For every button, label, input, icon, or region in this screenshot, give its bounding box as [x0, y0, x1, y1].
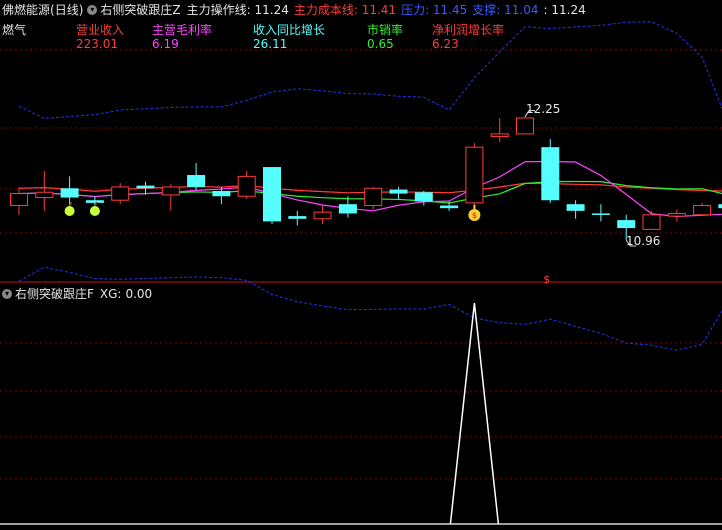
apple-icon	[89, 206, 100, 216]
candle-body-down	[85, 200, 104, 203]
metric-label: 主营毛利率	[152, 23, 213, 37]
header-item-value: 11.45	[429, 3, 468, 17]
metric-value: 0.65	[367, 37, 394, 51]
low-price-label: 10.96	[626, 234, 661, 248]
lower-panel-header: ▾ 右侧突破跟庄F XG: 0.00	[2, 287, 152, 301]
candle-body-up	[313, 211, 332, 220]
money-bag-icon-symbol: $	[472, 211, 477, 220]
lower-band-line	[18, 266, 722, 351]
period-label: (日线)	[50, 3, 84, 17]
metric-value: 6.23	[432, 37, 459, 51]
candle-body-down	[60, 188, 79, 198]
candle-body-up	[111, 186, 130, 201]
candle-body-up	[516, 117, 534, 135]
grid	[0, 49, 722, 480]
candle-body-up	[237, 175, 256, 197]
header-item-value: 11.24	[547, 3, 586, 17]
apple-icon	[64, 206, 75, 216]
header-item-label: :	[543, 3, 548, 17]
xg-signal-chart	[0, 302, 722, 525]
candle-body-up	[693, 205, 712, 216]
header-values: 主力操作线: 11.24 主力成本线: 11.41 压力: 11.45 支撑: 11.…	[187, 3, 591, 17]
indicator-settings-icon[interactable]: ▾	[87, 5, 98, 15]
xg-label: XG:	[99, 287, 122, 301]
candle-body-up	[490, 133, 509, 138]
candle-body-up	[364, 187, 383, 207]
candle-body-up	[667, 212, 686, 217]
candle-body-up	[465, 146, 484, 204]
candle-body-down	[440, 205, 459, 209]
header-item-label: 压力:	[401, 3, 430, 17]
candle-body-down	[338, 204, 357, 214]
header-item-value: 11.04	[500, 3, 539, 17]
candle-body-up	[10, 193, 28, 207]
candle-body-down	[617, 220, 636, 229]
xg-value: 0.00	[125, 287, 153, 301]
metric-label: 市销率	[367, 23, 404, 37]
indicator-name[interactable]: 右侧突破跟庄Z	[100, 3, 180, 17]
metric-label: 收入同比增长	[253, 23, 326, 37]
candle-body-up	[642, 214, 661, 230]
candle-body-up	[35, 191, 54, 199]
header-item-label: 主力成本线:	[293, 3, 358, 17]
candle-body-down	[136, 185, 155, 189]
lower-band	[18, 266, 722, 351]
xg-spike	[449, 302, 500, 525]
header-bar: 佛燃能源 (日线) ▾ 右侧突破跟庄Z 主力操作线: 11.24 主力成本线: 1…	[2, 3, 591, 17]
markers: $$	[64, 201, 550, 286]
candle-body-down	[212, 190, 231, 197]
candle-body-down	[541, 147, 560, 201]
metric-label: 营业收入	[76, 23, 125, 37]
metric-value: 223.01	[76, 37, 118, 51]
candle-body-down	[187, 175, 206, 187]
lower-indicator-name[interactable]: 右侧突破跟庄F	[15, 287, 94, 301]
main-chart: $$	[0, 21, 722, 525]
header-item-label: 支撑:	[472, 3, 501, 17]
candle-body-down	[718, 204, 722, 209]
candle-body-down	[591, 213, 610, 215]
candle-body-down	[566, 204, 585, 211]
high-price-label: 12.25	[526, 102, 561, 116]
candle-body-down	[389, 189, 408, 194]
candle-body-down	[288, 216, 307, 219]
sector-label: 燃气	[2, 23, 27, 37]
metric-label: 净利润增长率	[432, 23, 505, 37]
candle-body-down	[414, 192, 433, 202]
metric-value: 26.11	[253, 37, 288, 51]
dollar-signal-icon: $	[543, 273, 550, 286]
header-item-value: 11.41	[357, 3, 397, 17]
candle-body-down	[263, 167, 281, 222]
candles	[10, 110, 722, 247]
stock-name[interactable]: 佛燃能源	[2, 3, 50, 17]
metric-value: 6.19	[152, 37, 179, 51]
candle-body-up	[161, 186, 180, 196]
indicator-settings-icon[interactable]: ▾	[2, 289, 12, 299]
header-item-value: 11.24	[250, 3, 289, 17]
header-item-label: 主力操作线:	[186, 3, 251, 17]
